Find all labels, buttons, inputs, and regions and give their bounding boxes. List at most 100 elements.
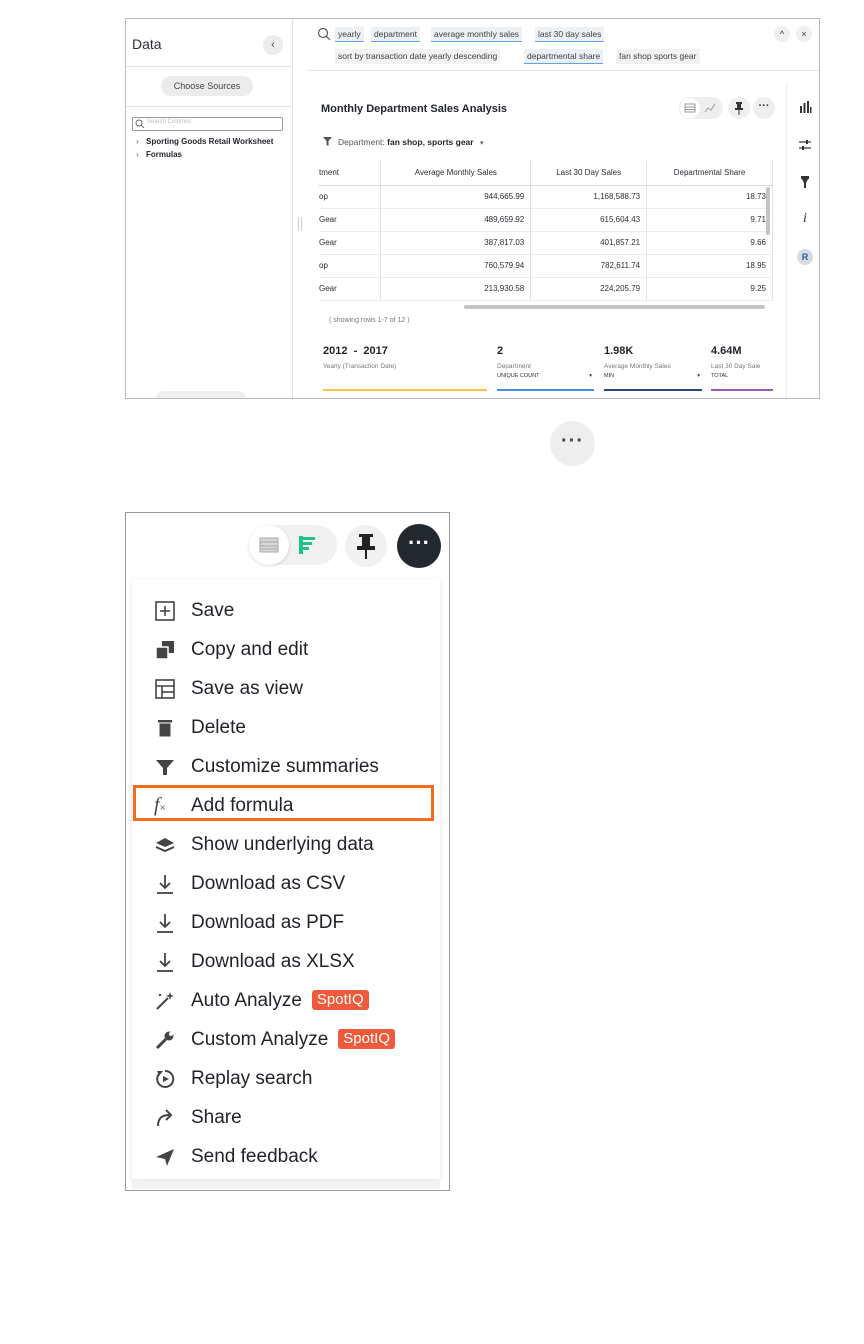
resize-handle[interactable]	[298, 217, 302, 231]
choose-sources-button[interactable]: Choose Sources	[161, 76, 253, 96]
table-icon	[680, 98, 700, 118]
search-columns-input[interactable]: Search Columns	[132, 117, 283, 131]
search-token[interactable]: fan shop sports gear	[616, 49, 700, 64]
pin-button[interactable]	[728, 97, 750, 119]
summary-card[interactable]: 4.64M Last 30 Day Sale TOTAL	[711, 345, 773, 395]
menu-item-save[interactable]: Save	[146, 595, 436, 625]
table-row[interactable]: Gear 213,930.58 224,205.79 9.25	[319, 277, 773, 301]
summary-card[interactable]: 2012 - 2017 Yearly (Transaction Date)	[323, 345, 487, 395]
column-header[interactable]: tment	[319, 161, 382, 186]
spotiq-badge: SpotIQ	[311, 990, 369, 1010]
menu-item-download-csv[interactable]: Download as CSV	[146, 868, 436, 898]
menu-item-send-feedback[interactable]: Send feedback	[146, 1141, 436, 1171]
add-formula-highlight-box	[133, 785, 434, 821]
menu-item-customize-summaries[interactable]: Customize summaries	[146, 751, 436, 781]
answer-title[interactable]: Monthly Department Sales Analysis	[321, 103, 507, 115]
summary-aggregation[interactable]: UNIQUE COUNT ▾	[497, 373, 594, 379]
table-chart-toggle[interactable]	[249, 525, 337, 565]
menu-item-copy-and-edit[interactable]: Copy and edit	[146, 634, 436, 664]
pin-button[interactable]	[345, 525, 387, 567]
menu-item-label: Send feedback	[191, 1146, 318, 1167]
menu-item-delete[interactable]: Delete	[146, 712, 436, 742]
more-options-button[interactable]: ···	[397, 524, 441, 568]
summary-aggregation[interactable]: TOTAL	[711, 373, 773, 379]
bar-chart-icon[interactable]	[797, 99, 813, 115]
trash-icon	[158, 720, 172, 737]
table-cell: 224,205.79	[530, 277, 648, 301]
menu-item-download-xlsx[interactable]: Download as XLSX	[146, 946, 436, 976]
search-token[interactable]: departmental share	[524, 49, 604, 64]
column-header[interactable]: Departmental Share	[646, 161, 773, 186]
chart-icon	[704, 103, 716, 113]
divider	[126, 106, 293, 107]
filter-icon	[323, 137, 332, 146]
menu-item-show-underlying-data[interactable]: Show underlying data	[146, 829, 436, 859]
table-row[interactable]: op 944,665.99 1,168,588.73 18.73	[319, 185, 773, 209]
summary-card[interactable]: 2 Department UNIQUE COUNT ▾	[497, 345, 594, 395]
replay-icon	[156, 1069, 175, 1088]
pin-icon	[357, 534, 375, 559]
search-token[interactable]: sort by transaction date yearly descendi…	[335, 49, 501, 64]
tree-item-worksheet[interactable]: › Sporting Goods Retail Worksheet	[136, 137, 273, 146]
table-row[interactable]: Gear 387,817.03 401,857.21 9.66	[319, 231, 773, 255]
menu-item-label: Share	[191, 1107, 242, 1128]
filter-chip[interactable]: Department: fan shop, sports gear ▾	[323, 137, 483, 147]
table-cell: Gear	[319, 277, 382, 301]
search-token[interactable]: average monthly sales	[431, 27, 523, 42]
menu-item-download-pdf[interactable]: Download as PDF	[146, 907, 436, 937]
data-panel: Data ‹ Choose Sources Search Columns › Sp…	[126, 19, 293, 398]
table-icon	[249, 525, 289, 565]
summary-label: Yearly (Transaction Date)	[323, 363, 397, 370]
column-header[interactable]: Average Monthly Sales	[380, 161, 532, 186]
r-icon[interactable]: R	[797, 249, 813, 265]
search-token[interactable]: last 30 day sales	[535, 27, 605, 42]
search-bar[interactable]: yearly department average monthly sales …	[307, 19, 819, 71]
table-cell: Gear	[319, 231, 382, 255]
chevron-down-icon: ▾	[479, 140, 484, 147]
tree-item-formulas[interactable]: › Formulas	[136, 150, 182, 159]
menu-item-share[interactable]: Share	[146, 1102, 436, 1132]
summary-card[interactable]: 1.98K Average Monthly Sales MIN ▾	[604, 345, 702, 395]
search-icon	[135, 119, 145, 129]
table-row[interactable]: Gear 489,659.92 615,604.43 9.71	[319, 208, 773, 232]
menu-item-auto-analyze[interactable]: Auto Analyze SpotIQ	[146, 985, 436, 1015]
collapse-search-button[interactable]: ^	[774, 26, 790, 42]
summary-color-bar	[604, 389, 702, 391]
menu-item-replay-search[interactable]: Replay search	[146, 1063, 436, 1093]
summary-aggregation[interactable]: MIN ▾	[604, 373, 702, 379]
filter-icon[interactable]	[797, 174, 813, 190]
settings-sliders-icon[interactable]	[797, 137, 813, 153]
results-table: tment Average Monthly Sales Last 30 Day …	[319, 161, 773, 307]
summary-value: 2012 - 2017	[323, 345, 388, 357]
table-chart-toggle[interactable]	[679, 97, 723, 119]
send-icon	[156, 1149, 174, 1166]
vertical-scrollbar[interactable]	[766, 187, 770, 235]
summary-color-bar	[323, 389, 487, 391]
info-icon[interactable]: i	[797, 211, 813, 227]
summary-color-bar	[497, 389, 594, 391]
search-icon	[317, 27, 331, 41]
more-options-button[interactable]: ···	[550, 421, 595, 466]
wrench-icon	[155, 1031, 174, 1050]
pin-icon	[735, 102, 743, 115]
menu-item-label: Copy and edit	[191, 639, 309, 660]
chevron-down-icon: ▾	[589, 373, 592, 379]
clear-search-button[interactable]: ×	[796, 26, 812, 42]
more-options-button[interactable]: ···	[753, 97, 775, 119]
search-token[interactable]: department	[371, 27, 420, 42]
panel-footer-button[interactable]	[156, 391, 246, 398]
menu-item-save-as-view[interactable]: Save as view	[146, 673, 436, 703]
data-panel-header: Data ‹	[126, 19, 292, 67]
table-cell: 760,579.94	[380, 254, 532, 278]
table-row[interactable]: op 760,579.94 782,611.74 18.95	[319, 254, 773, 278]
summary-label: Last 30 Day Sale	[711, 363, 761, 370]
menu-item-label: Delete	[191, 717, 246, 738]
horizontal-scrollbar[interactable]	[464, 305, 765, 309]
column-header[interactable]: Last 30 Day Sales	[530, 161, 648, 186]
collapse-panel-button[interactable]: ‹	[263, 35, 283, 55]
search-token[interactable]: yearly	[335, 27, 364, 42]
table-cell: 9.71	[646, 208, 773, 232]
menu-item-custom-analyze[interactable]: Custom Analyze SpotIQ	[146, 1024, 436, 1054]
bar-chart-horizontal-icon	[299, 536, 315, 554]
menu-item-label: Save	[191, 600, 235, 621]
